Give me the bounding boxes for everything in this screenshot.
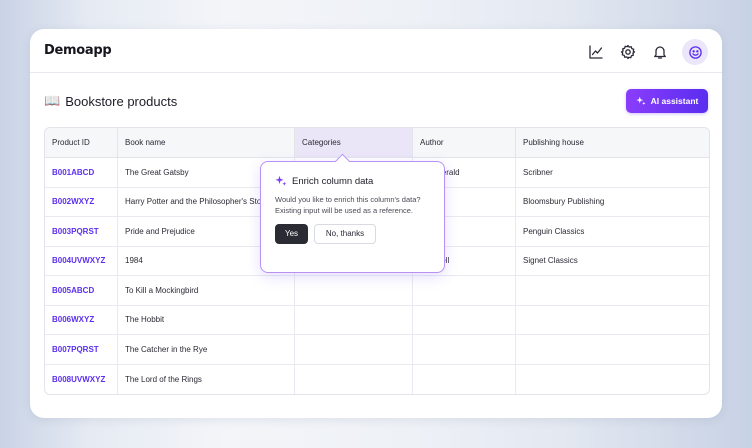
book-name-cell[interactable]: To Kill a Mockingbird xyxy=(118,276,295,306)
column-header-publishing-house[interactable]: Publishing house xyxy=(516,128,709,158)
table-row[interactable]: B006WXYZ The Hobbit xyxy=(45,306,709,336)
product-id-cell[interactable]: B001ABCD xyxy=(45,158,118,188)
publisher-cell[interactable]: Penguin Classics xyxy=(516,217,709,247)
author-cell[interactable] xyxy=(413,365,516,395)
gear-icon[interactable] xyxy=(616,40,640,64)
page-title-text: Bookstore products xyxy=(65,94,177,109)
book-name-cell[interactable]: The Hobbit xyxy=(118,306,295,336)
popover-header: Enrich column data xyxy=(275,175,430,187)
publisher-cell[interactable] xyxy=(516,335,709,365)
top-bar: Demoapp xyxy=(30,29,722,73)
enrich-column-popover: Enrich column data Would you like to enr… xyxy=(260,161,445,273)
yes-button[interactable]: Yes xyxy=(275,224,308,244)
popover-actions: Yes No, thanks xyxy=(275,224,430,244)
popover-description: Would you like to enrich this column's d… xyxy=(275,195,430,217)
product-id-cell[interactable]: B005ABCD xyxy=(45,276,118,306)
publisher-cell[interactable] xyxy=(516,365,709,395)
publisher-cell[interactable]: Bloomsbury Publishing xyxy=(516,188,709,218)
category-cell[interactable] xyxy=(295,306,413,336)
table-row[interactable]: B007PQRST The Catcher in the Rye xyxy=(45,335,709,365)
product-id-cell[interactable]: B002WXYZ xyxy=(45,188,118,218)
product-id-cell[interactable]: B007PQRST xyxy=(45,335,118,365)
publisher-cell[interactable]: Signet Classics xyxy=(516,247,709,277)
column-header-product-id[interactable]: Product ID xyxy=(45,128,118,158)
product-id-cell[interactable]: B008UVWXYZ xyxy=(45,365,118,395)
book-emoji-icon: 📖 xyxy=(44,93,60,109)
smile-avatar-icon[interactable] xyxy=(682,39,708,65)
column-header-author[interactable]: Author xyxy=(413,128,516,158)
page-title: 📖 Bookstore products xyxy=(44,93,177,109)
category-cell[interactable] xyxy=(295,335,413,365)
sparkle-icon xyxy=(275,175,287,187)
publisher-cell[interactable] xyxy=(516,306,709,336)
book-name-cell[interactable]: The Lord of the Rings xyxy=(118,365,295,395)
no-thanks-button[interactable]: No, thanks xyxy=(314,224,376,244)
publisher-cell[interactable]: Scribner xyxy=(516,158,709,188)
product-id-cell[interactable]: B003PQRST xyxy=(45,217,118,247)
sparkle-icon xyxy=(636,96,646,106)
category-cell[interactable] xyxy=(295,276,413,306)
app-logo[interactable]: Demoapp xyxy=(44,43,111,58)
product-id-cell[interactable]: B006WXYZ xyxy=(45,306,118,336)
category-cell[interactable] xyxy=(295,365,413,395)
author-cell[interactable] xyxy=(413,335,516,365)
column-header-categories[interactable]: Categories xyxy=(295,128,413,158)
column-header-book-name[interactable]: Book name xyxy=(118,128,295,158)
table-row[interactable]: B005ABCD To Kill a Mockingbird xyxy=(45,276,709,306)
chart-icon[interactable] xyxy=(584,40,608,64)
ai-assistant-label: AI assistant xyxy=(651,96,699,106)
book-name-cell[interactable]: The Catcher in the Rye xyxy=(118,335,295,365)
header-icon-group xyxy=(584,39,708,65)
popover-title: Enrich column data xyxy=(292,176,373,187)
table-row[interactable]: B008UVWXYZ The Lord of the Rings xyxy=(45,365,709,395)
table-header-row: Product ID Book name Categories Author P… xyxy=(45,128,709,158)
publisher-cell[interactable] xyxy=(516,276,709,306)
author-cell[interactable] xyxy=(413,306,516,336)
product-id-cell[interactable]: B004UVWXYZ xyxy=(45,247,118,277)
ai-assistant-button[interactable]: AI assistant xyxy=(626,89,708,113)
author-cell[interactable] xyxy=(413,276,516,306)
main-card: Demoapp xyxy=(30,29,722,418)
bell-icon[interactable] xyxy=(648,40,672,64)
